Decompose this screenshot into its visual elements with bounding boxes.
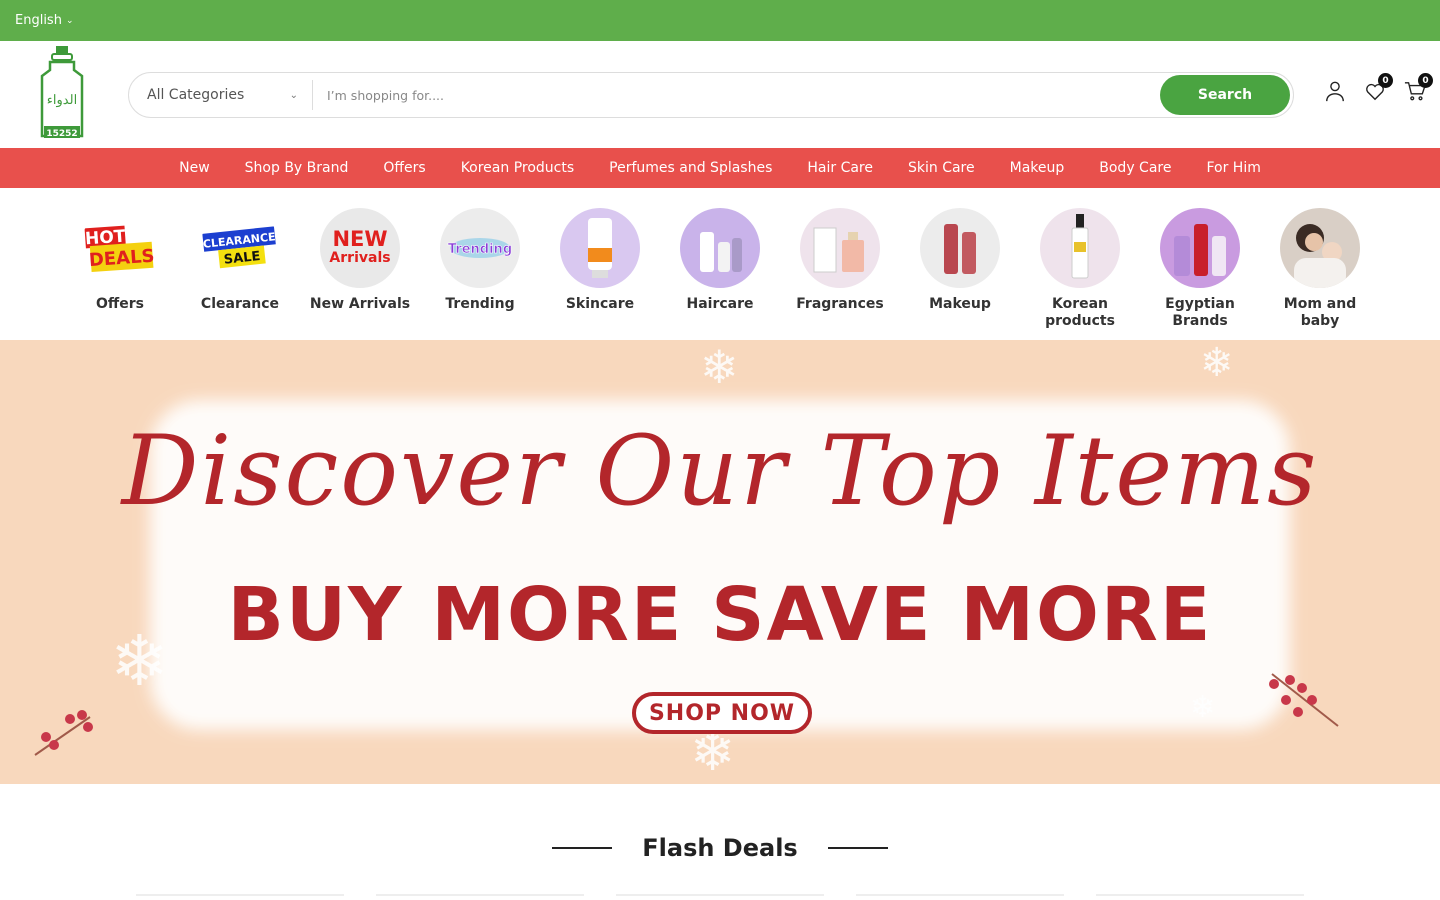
svg-text:الدواء: الدواء	[47, 93, 77, 108]
category-select-value: All Categories	[147, 87, 245, 103]
store-logo[interactable]: الدواء 15252	[36, 46, 88, 142]
account-icon[interactable]	[1324, 79, 1346, 105]
header-icons: 0 0	[1324, 73, 1433, 105]
wishlist-icon[interactable]: 0	[1364, 73, 1393, 105]
new-arrivals-icon: NEW Arrivals	[320, 208, 400, 288]
nav-item-new[interactable]: New	[162, 160, 228, 176]
divider	[552, 847, 613, 849]
product-card[interactable]	[856, 894, 1064, 900]
nav-item-hair-care[interactable]: Hair Care	[790, 160, 891, 176]
cart-icon[interactable]: 0	[1404, 73, 1433, 105]
chevron-down-icon: ⌄	[65, 15, 74, 26]
logo-number: 15252	[46, 129, 77, 139]
category-skincare[interactable]: Skincare	[540, 208, 660, 340]
berries-icon	[34, 710, 93, 756]
clearance-sale-icon: CLEARANCE SALE	[200, 208, 280, 288]
search-button[interactable]: Search	[1160, 75, 1290, 115]
trending-badge-text: Trending	[448, 242, 512, 257]
sunscreen-icon	[560, 208, 640, 288]
snowflake-icon: ❄	[1200, 340, 1234, 386]
category-egyptian-brands[interactable]: Egyptian Brands	[1140, 208, 1260, 340]
search-input[interactable]	[313, 87, 1160, 103]
language-selector[interactable]: English ⌄	[15, 13, 74, 28]
serum-icon	[1040, 208, 1120, 288]
nav-item-makeup[interactable]: Makeup	[992, 160, 1082, 176]
category-label: Skincare	[565, 296, 635, 312]
main-nav: New Shop By Brand Offers Korean Products…	[0, 148, 1440, 188]
product-card[interactable]	[616, 894, 824, 900]
product-card[interactable]	[1096, 894, 1304, 900]
trending-icon: Trending	[440, 208, 520, 288]
mother-baby-icon	[1280, 208, 1360, 288]
nav-item-korean-products[interactable]: Korean Products	[443, 160, 591, 176]
lip-tint-icon	[920, 208, 1000, 288]
category-label: Korean products	[1045, 296, 1115, 329]
product-card[interactable]	[136, 894, 344, 900]
nav-item-skin-care[interactable]: Skin Care	[891, 160, 993, 176]
snowflake-icon: ❄	[700, 340, 739, 394]
category-label: Haircare	[686, 296, 754, 312]
category-label: Trending	[445, 296, 515, 312]
category-label: Fragrances	[796, 296, 884, 312]
shop-now-button[interactable]: SHOP NOW	[632, 692, 812, 734]
category-korean-products[interactable]: Korean products	[1020, 208, 1140, 340]
wishlist-count-badge: 0	[1378, 73, 1393, 88]
category-select[interactable]: All Categories ⌄	[129, 80, 313, 110]
category-label: Offers	[96, 296, 144, 312]
language-label: English	[15, 13, 62, 28]
nav-item-shop-by-brand[interactable]: Shop By Brand	[227, 160, 366, 176]
cart-count-badge: 0	[1418, 73, 1433, 88]
category-clearance[interactable]: CLEARANCE SALE Clearance	[180, 208, 300, 340]
product-card[interactable]	[376, 894, 584, 900]
search-bar: All Categories ⌄ Search	[128, 72, 1294, 118]
nav-item-offers[interactable]: Offers	[366, 160, 443, 176]
category-mom-and-baby[interactable]: Mom and baby	[1260, 208, 1380, 340]
flash-deals-heading: Flash Deals	[0, 834, 1440, 862]
category-haircare[interactable]: Haircare	[660, 208, 780, 340]
nav-item-perfumes[interactable]: Perfumes and Splashes	[592, 160, 790, 176]
perfume-icon	[800, 208, 880, 288]
new-arrivals-bottom-text: Arrivals	[329, 250, 390, 266]
section-title: Flash Deals	[642, 834, 798, 862]
category-label: Mom and baby	[1283, 296, 1357, 329]
chevron-down-icon: ⌄	[289, 89, 298, 101]
banner-headline: BUY MORE SAVE MORE	[227, 572, 1213, 658]
header: الدواء 15252 All Categories ⌄ Search 0 0	[0, 41, 1440, 148]
category-new-arrivals[interactable]: NEW Arrivals New Arrivals	[300, 208, 420, 340]
category-label: Egyptian Brands	[1165, 296, 1235, 329]
hero-banner[interactable]: ❄ ❄ ❄ ❄ ❄ Discover Our Top Items BUY MOR…	[0, 340, 1440, 784]
category-fragrances[interactable]: Fragrances	[780, 208, 900, 340]
nav-item-body-care[interactable]: Body Care	[1082, 160, 1189, 176]
nav-item-for-him[interactable]: For Him	[1189, 160, 1278, 176]
category-label: Makeup	[929, 296, 991, 312]
category-label: Clearance	[200, 296, 280, 312]
hair-products-icon	[680, 208, 760, 288]
category-trending[interactable]: Trending Trending	[420, 208, 540, 340]
banner-script-text: Discover Our Top Items	[121, 415, 1319, 527]
category-strip: HOT DEALS Offers CLEARANCE SALE Clearanc…	[0, 188, 1440, 340]
top-bar: English ⌄	[0, 0, 1440, 41]
divider	[827, 847, 888, 849]
flash-deals-row	[0, 894, 1440, 900]
clearance-bottom-text: SALE	[223, 249, 261, 268]
category-offers[interactable]: HOT DEALS Offers	[60, 208, 180, 340]
body-products-icon	[1160, 208, 1240, 288]
new-arrivals-top-text: NEW	[332, 227, 387, 251]
hot-deals-icon: HOT DEALS	[80, 208, 160, 288]
category-label: New Arrivals	[309, 296, 411, 312]
category-makeup[interactable]: Makeup	[900, 208, 1020, 340]
berries-icon	[1269, 673, 1339, 727]
